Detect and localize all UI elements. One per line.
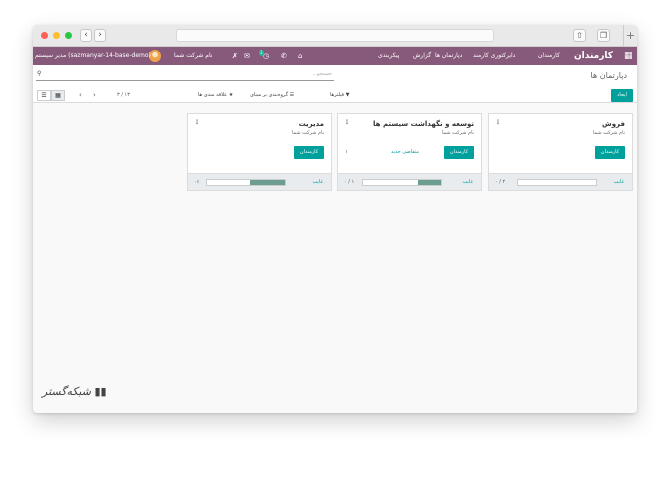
kanban-view: ⋮ فروش نام شرکت شما کارمندان غایب ۰ / ۲ … — [33, 103, 637, 413]
search-input[interactable]: جستجو... ⚲ — [36, 70, 334, 81]
absence-label[interactable]: غایب — [463, 179, 473, 185]
tabs-icon[interactable]: ❐ — [597, 29, 610, 42]
maximize-window-dot[interactable] — [65, 32, 72, 39]
user-menu-name[interactable]: مدیر سیستم (sazmanyar-14-base-demo) — [35, 47, 151, 65]
card-menu-icon[interactable]: ⋮ — [495, 119, 501, 126]
card-menu-icon[interactable]: ⋮ — [194, 119, 200, 126]
share-icon[interactable]: ⇧ — [573, 29, 586, 42]
pager-value[interactable]: ۳ / ۱۳ — [117, 91, 130, 100]
absence-value: ۰ / ۱ — [344, 179, 355, 185]
back-arrow-icon[interactable]: ‹ — [80, 29, 92, 42]
app-title[interactable]: کارمندان — [574, 47, 613, 65]
pager-prev-icon[interactable]: ‹ — [79, 91, 82, 100]
list-view-icon[interactable]: ☰ — [37, 90, 51, 101]
search-icon[interactable]: ⚲ — [37, 70, 41, 77]
new-applicants-count[interactable]: ۱ — [345, 149, 348, 155]
absence-progress-bar — [206, 179, 286, 186]
absence-progress-bar — [517, 179, 597, 186]
card-footer: غایب ۰٪ — [188, 173, 331, 190]
search-placeholder: جستجو... — [312, 71, 332, 77]
menu-departments[interactable]: دپارتمان ها — [435, 47, 462, 65]
department-card-management[interactable]: ⋮ مدیریت نام شرکت شما کارمندان غایب ۰٪ — [187, 113, 332, 191]
department-company: نام شرکت شما — [291, 130, 324, 136]
absence-value: ۰ / ۲ — [495, 179, 506, 185]
menu-configuration[interactable]: پیکربندی — [378, 47, 399, 65]
chat-icon[interactable]: ✉ — [244, 47, 250, 65]
menu-employee-directory[interactable]: دایرکتوری کارمند — [473, 47, 515, 65]
card-footer: غایب ۰ / ۲ — [489, 173, 632, 190]
apps-grid-icon[interactable]: ▦ — [624, 47, 633, 65]
company-switcher[interactable]: نام شرکت شما — [174, 47, 212, 65]
employees-button[interactable]: کارمندان — [294, 146, 324, 159]
department-card-sales[interactable]: ⋮ فروش نام شرکت شما کارمندان غایب ۰ / ۲ — [488, 113, 633, 191]
department-company: نام شرکت شما — [441, 130, 474, 136]
phone-icon[interactable]: ✆ — [281, 47, 287, 65]
card-menu-icon[interactable]: ⋮ — [344, 119, 350, 126]
absence-progress-bar — [362, 179, 442, 186]
filters-toggle[interactable]: ▼ فیلترها — [330, 91, 349, 100]
favorites-toggle[interactable]: ★ علاقه مندی ها — [198, 91, 233, 100]
favorites-label: علاقه مندی ها — [198, 92, 228, 98]
department-name: فروش — [602, 120, 625, 128]
absence-label[interactable]: غایب — [614, 179, 624, 185]
absence-label[interactable]: غایب — [313, 179, 323, 185]
groupby-label: گروه‌بندی بر مبنای — [250, 92, 289, 98]
department-card-it[interactable]: ⋮ توسعه و نگهداشت سیستم ها نام شرکت شما … — [337, 113, 482, 191]
card-footer: غایب ۰ / ۱ — [338, 173, 481, 190]
minimize-window-dot[interactable] — [53, 32, 60, 39]
department-name: توسعه و نگهداشت سیستم ها — [373, 120, 474, 128]
menu-reporting[interactable]: گزارش — [413, 47, 431, 65]
page-title: دپارتمان ها — [590, 71, 627, 80]
employees-button[interactable]: کارمندان — [595, 146, 625, 159]
new-tab-plus-icon[interactable]: + — [623, 25, 637, 47]
create-button[interactable]: ایجاد — [611, 89, 633, 102]
absence-progress-fill — [249, 180, 285, 185]
new-applicants-link[interactable]: متقاضی جدید — [391, 149, 419, 155]
absence-value: ۰٪ — [194, 179, 200, 185]
department-name: مدیریت — [298, 120, 324, 128]
browser-window: ‹ › ⇧ ❐ + ▦ کارمندان کارمندان دایرکتوری … — [33, 25, 637, 413]
activity-count-badge: 1 — [259, 50, 264, 56]
debug-tools-icon[interactable]: ✗ — [232, 47, 238, 65]
home-icon[interactable]: ⌂ — [298, 47, 302, 65]
control-panel: دپارتمان ها جستجو... ⚲ ایجاد ▼ فیلترها ☰… — [33, 65, 637, 103]
employees-button[interactable]: کارمندان — [444, 146, 474, 159]
forward-arrow-icon[interactable]: › — [94, 29, 106, 42]
main-navbar: ▦ کارمندان کارمندان دایرکتوری کارمند دپا… — [33, 47, 637, 65]
filters-label: فیلترها — [330, 92, 344, 98]
activity-clock-icon[interactable]: ◷ — [263, 47, 269, 65]
groupby-toggle[interactable]: ☰ گروه‌بندی بر مبنای — [250, 91, 294, 100]
menu-employees[interactable]: کارمندان — [538, 47, 560, 65]
kanban-view-icon[interactable]: ▦ — [51, 90, 65, 101]
watermark-text: شبکه‌گستر — [42, 385, 91, 398]
department-company: نام شرکت شما — [592, 130, 625, 136]
close-window-dot[interactable] — [41, 32, 48, 39]
watermark-logo: ▮▮ شبکه‌گستر — [42, 385, 107, 398]
absence-progress-fill — [417, 180, 441, 185]
browser-chrome: ‹ › ⇧ ❐ + — [33, 25, 637, 47]
address-bar[interactable] — [176, 29, 494, 42]
pager-next-icon[interactable]: › — [93, 91, 96, 100]
